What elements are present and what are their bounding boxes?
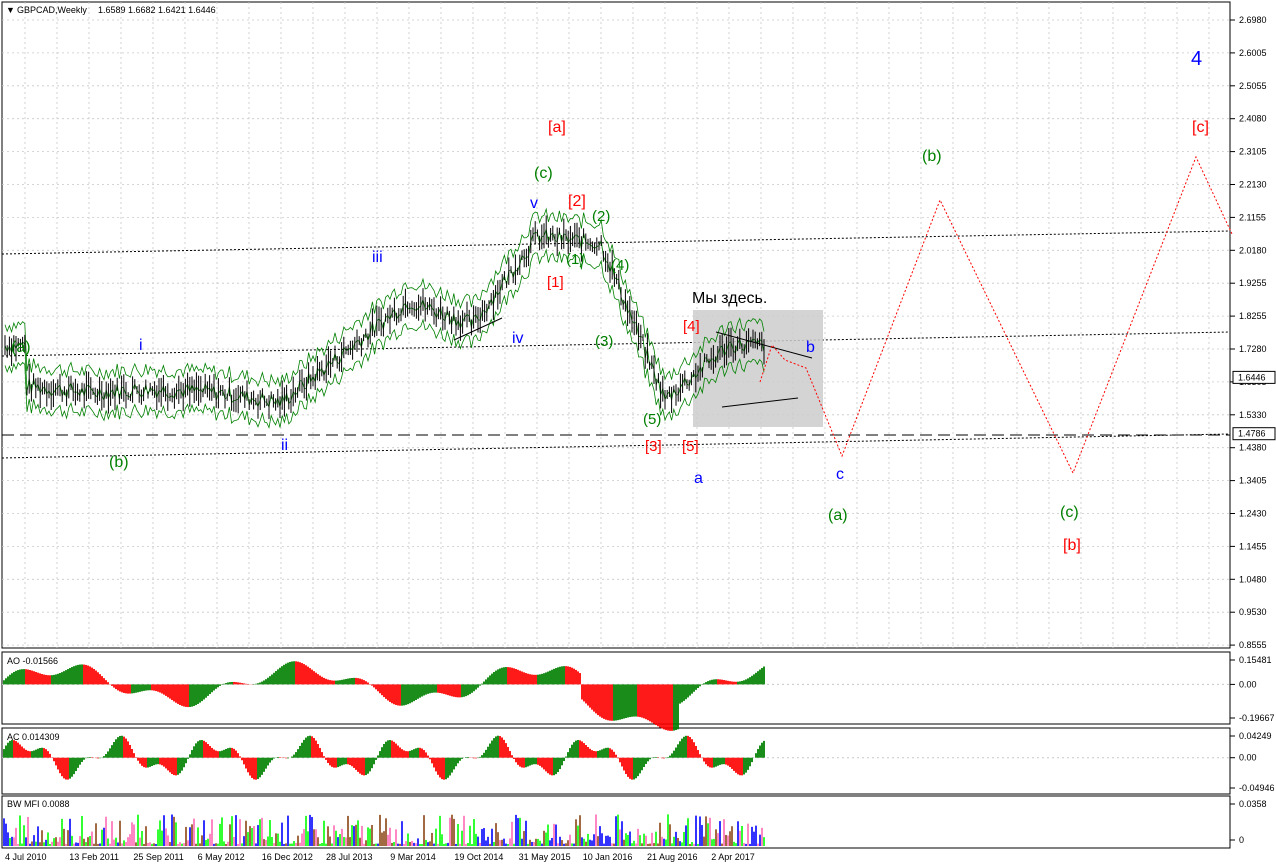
time-axis: 4 Jul 2010 13 Feb 2011 25 Sep 2011 6 May 20… (5, 852, 755, 862)
wave-label-a-blue: a (694, 470, 703, 487)
wave-label-c-green-future: (c) (1060, 504, 1079, 521)
current-zone (693, 310, 823, 427)
wave-label-a-green: (a) (11, 339, 31, 356)
wave-label-four-green: (4) (611, 257, 629, 274)
time-tick-label: 6 May 2012 (198, 852, 245, 862)
wave-label-b-green-low: (b) (109, 454, 129, 471)
price-tick-label: 2.3105 (1239, 147, 1267, 157)
ao-label: AO -0.01566 (7, 656, 58, 666)
wave-label-iii: iii (372, 249, 383, 266)
indicator-tick-label: -0.19667 (1239, 713, 1275, 723)
price-tick-label: 1.0480 (1239, 574, 1267, 584)
price-tick-label: 1.2430 (1239, 509, 1267, 519)
wave-label-one-green: (1) (566, 251, 584, 268)
indicator-tick-label: 0.0358 (1239, 799, 1267, 809)
time-tick-label: 9 Mar 2014 (390, 852, 436, 862)
wave-label-c-red-future: [c] (1192, 119, 1209, 136)
level-price-label: 1.4786 (1238, 429, 1266, 439)
price-axis: 2.6980 2.6005 2.5055 2.4080 2.3105 2.2130 2.11… (1230, 15, 1276, 650)
indicator-tick-label: -0.04946 (1239, 783, 1275, 793)
price-tick-label: 1.4380 (1239, 443, 1267, 453)
wave-label-b-red-future: [b] (1063, 537, 1081, 554)
price-tick-label: 1.1455 (1239, 541, 1267, 551)
wave-label-b-blue: b (806, 339, 815, 356)
price-tick-label: 0.8555 (1239, 640, 1267, 650)
time-tick-label: 4 Jul 2010 (5, 852, 47, 862)
current-position-zone (693, 310, 823, 427)
time-tick-label: 21 Aug 2016 (647, 852, 698, 862)
current-price-label: 1.6446 (1238, 372, 1266, 382)
wave-label-b-green-future: (b) (922, 148, 942, 165)
time-tick-label: 31 May 2015 (519, 852, 571, 862)
mfi-label: BW MFI 0.0088 (7, 799, 70, 809)
indicator-tick-label: 0.00 (1239, 753, 1257, 763)
ac-label: AC 0.014309 (7, 732, 60, 742)
price-tick-label: 1.3405 (1239, 476, 1267, 486)
wave-label-five-green: (5) (643, 411, 661, 428)
time-tick-label: 19 Oct 2014 (454, 852, 503, 862)
wave-label-c-blue: c (836, 466, 844, 483)
header-arrow-icon[interactable]: ▼ (6, 5, 15, 15)
time-tick-label: 28 Jul 2013 (326, 852, 373, 862)
indicator-tick-label: 0.15481 (1239, 655, 1272, 665)
wave-label-ii: ii (281, 437, 288, 454)
price-tick-label: 2.6980 (1239, 15, 1267, 25)
time-tick-label: 16 Dec 2012 (262, 852, 313, 862)
price-tick-label: 1.9255 (1239, 278, 1267, 288)
price-tick-label: 1.7280 (1239, 344, 1267, 354)
indicator-tick-label: 0.00 (1239, 679, 1257, 689)
price-tick-label: 2.4080 (1239, 114, 1267, 124)
wave-label-v: v (530, 195, 538, 212)
wave-label-c-green-top: (c) (534, 165, 553, 182)
time-tick-label: 2 Apr 2017 (711, 852, 755, 862)
wave-label-three-green: (3) (595, 333, 613, 350)
time-tick-label: 10 Jan 2016 (583, 852, 633, 862)
wave-label-two-green: (2) (592, 208, 610, 225)
indicator-tick-label: 0 (1239, 835, 1244, 845)
main-panel-frame (1, 1, 1231, 649)
here-annotation: Мы здесь. (692, 290, 767, 307)
wave-label-one-red: [1] (547, 274, 564, 291)
time-tick-label: 13 Feb 2011 (69, 852, 119, 862)
wave-label-three-red: [3] (645, 438, 662, 455)
chart-canvas: (a)(b)iiiiiiivv(c)[a][2](2)(1)[1](4)(3)(… (1, 1, 1276, 862)
time-tick-label: 25 Sep 2011 (133, 852, 183, 862)
wave-label-a-red: [a] (548, 119, 566, 136)
indicator-tick-label: 0.04249 (1239, 731, 1272, 741)
wave-label-two-red: [2] (568, 193, 586, 210)
price-tick-label: 2.2130 (1239, 180, 1267, 190)
price-tick-label: 2.6005 (1239, 48, 1267, 58)
price-tick-label: 2.1155 (1239, 212, 1266, 222)
price-tick-label: 0.9530 (1239, 607, 1267, 617)
price-tick-label: 2.0180 (1239, 245, 1267, 255)
price-tick-label: 1.8255 (1239, 311, 1267, 321)
price-tick-label: 2.5055 (1239, 81, 1267, 91)
price-tick-label: 1.5330 (1239, 410, 1267, 420)
ohlc-label: 1.6589 1.6682 1.6421 1.6446 (98, 5, 216, 15)
wave-label-iv: iv (512, 330, 524, 347)
wave-label-i: i (139, 337, 143, 354)
wave-label-a-green-future: (a) (828, 507, 848, 524)
symbol-label: GBPCAD,Weekly (17, 5, 87, 15)
wave-label-four-red: [4] (683, 318, 700, 335)
wave-label-five-red: [5] (682, 438, 699, 455)
wave-label-four-blue: 4 (1191, 48, 1202, 70)
